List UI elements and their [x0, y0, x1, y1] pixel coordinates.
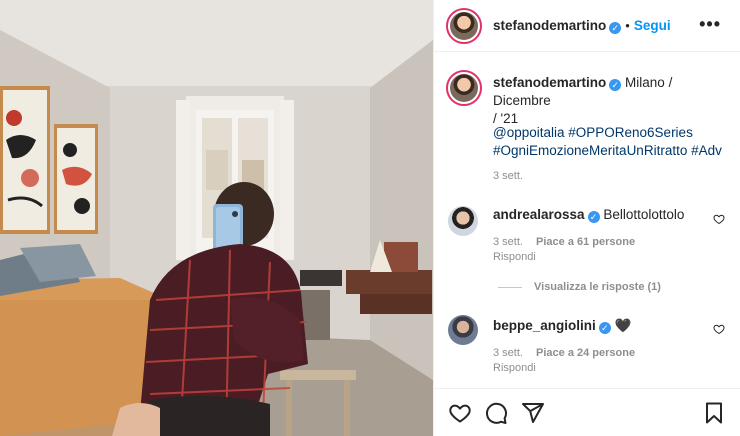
- reply-button[interactable]: Rispondi: [493, 251, 536, 263]
- replies-divider: [498, 286, 522, 288]
- caption-hashtags: @oppoitalia #OPPOReno6Series #OgniEmozio…: [493, 124, 733, 160]
- comment-icon[interactable]: [484, 401, 508, 425]
- comment-text-row: beppe_angiolini ✓ 🖤: [493, 317, 631, 335]
- comment-avatar[interactable]: [448, 315, 478, 345]
- comment-meta: 3 sett. Piace a 61 persone: [493, 236, 635, 248]
- comment-username[interactable]: beppe_angiolini: [493, 318, 596, 333]
- avatar[interactable]: [446, 8, 482, 44]
- comment-likes[interactable]: Piace a 24 persone: [536, 347, 635, 359]
- comment-time[interactable]: 3 sett.: [493, 347, 523, 359]
- comment-username[interactable]: andrealarossa: [493, 207, 585, 222]
- comment-item: beppe_angiolini ✓ 🖤 3 sett. Piace a 24 pe…: [434, 311, 740, 381]
- comment-like-heart-icon[interactable]: [713, 213, 725, 225]
- bookmark-icon[interactable]: [702, 401, 726, 425]
- view-replies-button[interactable]: Visualizza le risposte (1): [498, 281, 661, 293]
- heart-icon[interactable]: [448, 401, 472, 425]
- comment-meta: 3 sett. Piace a 24 persone: [493, 347, 635, 359]
- comment-text-row: andrealarossa ✓ Bellottolottolo: [493, 206, 684, 224]
- verified-badge-icon: ✓: [609, 22, 622, 34]
- post-photo[interactable]: [0, 0, 433, 436]
- post-side-panel: stefanodemartino ✓ • Segui ••• stefanodemar…: [433, 0, 740, 436]
- caption-text: stefanodemartino ✓ Milano / Dicembre / '2…: [493, 74, 729, 128]
- reply-button[interactable]: Rispondi: [493, 362, 536, 374]
- caption-avatar[interactable]: [446, 70, 482, 106]
- post-actions-bar: [434, 388, 740, 436]
- mirror-selfie-image: [0, 0, 433, 436]
- comment-text: 🖤: [614, 318, 632, 333]
- header-user-row: stefanodemartino ✓ • Segui: [493, 17, 671, 35]
- comment-time[interactable]: 3 sett.: [493, 236, 523, 248]
- comment-likes[interactable]: Piace a 61 persone: [536, 236, 635, 248]
- caption-tags-line-2[interactable]: #OgniEmozioneMeritaUnRitratto #Adv: [493, 143, 722, 158]
- caption-username[interactable]: stefanodemartino: [493, 75, 606, 90]
- comment-text: Bellottolottolo: [603, 207, 685, 222]
- comment-like-heart-icon[interactable]: [713, 323, 725, 335]
- caption-tags-line-1[interactable]: @oppoitalia #OPPOReno6Series: [493, 125, 693, 140]
- caption-time[interactable]: 3 sett.: [493, 170, 523, 182]
- more-options-icon[interactable]: •••: [699, 15, 721, 33]
- separator-dot: •: [625, 18, 630, 33]
- comment-item: andrealarossa ✓ Bellottolottolo 3 sett. P…: [434, 200, 740, 293]
- post-header: stefanodemartino ✓ • Segui •••: [434, 0, 740, 52]
- verified-badge-icon: ✓: [609, 79, 622, 91]
- verified-badge-icon: ✓: [598, 322, 611, 334]
- verified-badge-icon: ✓: [587, 211, 600, 223]
- comment-avatar[interactable]: [448, 206, 478, 236]
- follow-button[interactable]: Segui: [634, 18, 671, 33]
- view-replies-label: Visualizza le risposte (1): [534, 281, 661, 293]
- share-icon[interactable]: [521, 401, 545, 425]
- post-username[interactable]: stefanodemartino: [493, 18, 606, 33]
